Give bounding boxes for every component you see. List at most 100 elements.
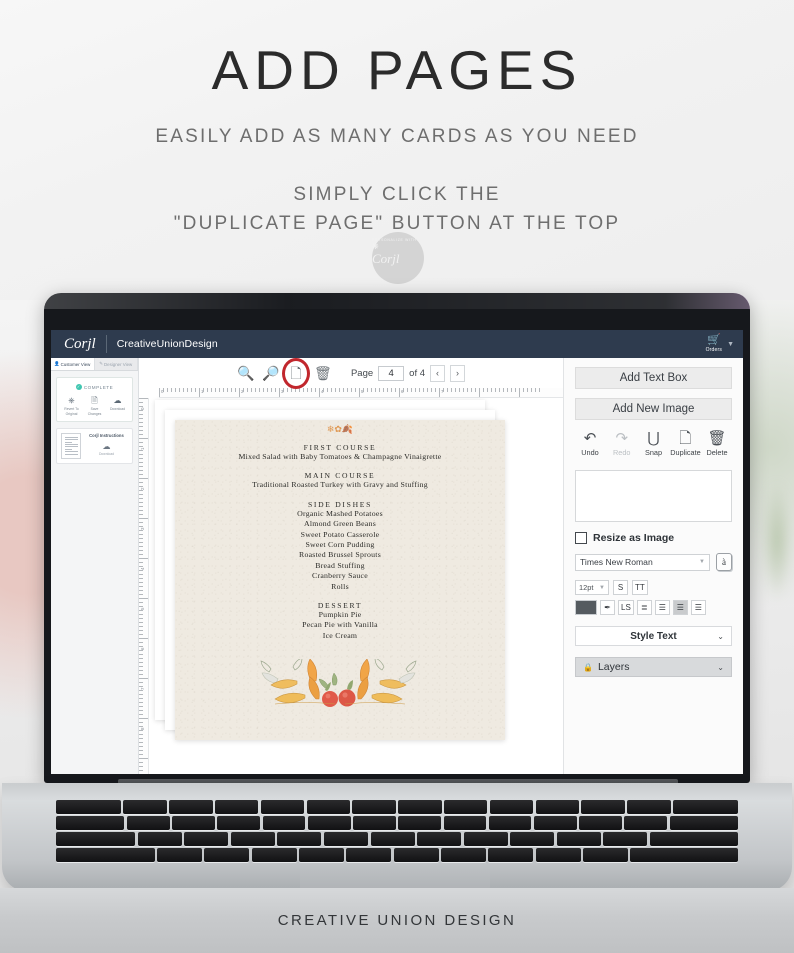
app-screen: Corjl CreativeUnionDesign 🛒 Orders ▼ 👤 C… bbox=[51, 330, 743, 774]
keyboard-key bbox=[370, 832, 415, 846]
orders-button[interactable]: 🛒 Orders bbox=[705, 334, 723, 354]
text-content-input[interactable] bbox=[575, 470, 732, 522]
resize-as-image-row[interactable]: Resize as Image bbox=[575, 532, 732, 544]
font-family-row: Times New Roman ▼ à bbox=[575, 553, 732, 571]
delete-label: Delete bbox=[706, 448, 728, 457]
magnet-icon: ⋃ bbox=[647, 430, 660, 447]
keyboard-key bbox=[463, 832, 508, 846]
style-text-label: Style Text bbox=[630, 630, 677, 642]
save-changes-button[interactable]: 🗎 Save Changes bbox=[83, 396, 106, 416]
delete-button[interactable]: 🗑 Delete bbox=[702, 430, 732, 457]
align-left-icon[interactable]: ☰ bbox=[654, 600, 670, 615]
revert-icon: ⎈ bbox=[68, 396, 75, 405]
app-body: 👤 Customer View ✎ Designer View ✓ COMPLE… bbox=[51, 358, 743, 774]
download-button[interactable]: ☁ Download bbox=[106, 396, 129, 416]
capitalize-button[interactable]: TT bbox=[632, 580, 648, 595]
keyboard-key bbox=[323, 832, 369, 846]
section-items[interactable]: Traditional Roasted Turkey with Gravy an… bbox=[175, 480, 505, 490]
page-navigation: Page 4 of 4 ‹ › bbox=[351, 364, 466, 382]
download-cloud-icon[interactable]: ☁ bbox=[85, 442, 128, 451]
add-text-box-button[interactable]: Add Text Box bbox=[575, 367, 732, 389]
sidebar-item-label: Corjl Instructions bbox=[89, 433, 124, 439]
keyboard-key bbox=[352, 800, 396, 814]
right-panel: Add Text Box Add New Image ↶ Undo ↷ Redo… bbox=[563, 358, 743, 774]
keyboard-key bbox=[673, 800, 738, 814]
undo-button[interactable]: ↶ Undo bbox=[575, 430, 605, 457]
align-right-icon[interactable]: ☰ bbox=[690, 600, 706, 615]
strikethrough-button[interactable]: S bbox=[613, 580, 628, 595]
sidebar-item-corjl-instructions[interactable]: Corjl Instructions ☁ Download bbox=[56, 428, 133, 465]
app-header: Corjl CreativeUnionDesign 🛒 Orders ▼ bbox=[51, 330, 743, 358]
add-new-image-button[interactable]: Add New Image bbox=[575, 398, 732, 420]
keyboard-key bbox=[627, 800, 671, 814]
keyboard-key bbox=[262, 816, 306, 830]
tab-designer-view[interactable]: ✎ Designer View bbox=[94, 358, 138, 370]
keyboard-key bbox=[56, 848, 155, 862]
layers-accordion[interactable]: 🔒 Layers ⌄ bbox=[575, 657, 732, 677]
line-spacing-icon[interactable]: ≣ bbox=[636, 600, 652, 615]
revert-to-original-button[interactable]: ⎈ Revert To Original bbox=[60, 396, 83, 416]
style-text-accordion[interactable]: Style Text ⌄ bbox=[575, 626, 732, 646]
duplicate-page-button[interactable]: 🗋 bbox=[281, 358, 310, 389]
snap-button[interactable]: ⋃ Snap bbox=[639, 430, 669, 457]
lid-sheen bbox=[44, 293, 750, 309]
tab-customer-view[interactable]: 👤 Customer View bbox=[51, 358, 95, 370]
chevron-down-icon[interactable]: ▼ bbox=[727, 341, 734, 348]
corjl-badge: PERSONALIZE WITH ❋ Corjl bbox=[372, 232, 424, 284]
prev-page-button[interactable]: ‹ bbox=[430, 364, 446, 382]
footer-brand: CREATIVE UNION DESIGN bbox=[277, 912, 517, 929]
delete-page-button[interactable]: 🗑 bbox=[314, 366, 332, 380]
section-heading[interactable]: MAIN COURSE bbox=[175, 471, 505, 480]
shop-name: CreativeUnionDesign bbox=[116, 338, 218, 350]
page-total-label: of 4 bbox=[409, 367, 426, 379]
corjl-logo[interactable]: Corjl bbox=[64, 336, 96, 352]
section-items[interactable]: Organic Mashed Potatoes Almond Green Bean… bbox=[175, 509, 505, 592]
laptop-trackpad bbox=[300, 866, 490, 890]
duplicate-button[interactable]: 🗋 Duplicate bbox=[670, 430, 700, 457]
next-page-button[interactable]: › bbox=[450, 364, 466, 382]
special-character-icon[interactable]: à bbox=[716, 553, 732, 571]
keyboard-key bbox=[307, 816, 351, 830]
section-heading[interactable]: FIRST COURSE bbox=[175, 443, 505, 452]
resize-as-image-label: Resize as Image bbox=[593, 532, 675, 544]
save-label-1: Save bbox=[90, 407, 99, 411]
section-heading[interactable]: SIDE DISHES bbox=[175, 500, 505, 509]
keyboard-key bbox=[443, 816, 487, 830]
keyboard-key bbox=[649, 832, 738, 846]
zoom-in-icon[interactable]: 🔍 bbox=[237, 366, 254, 380]
redo-button[interactable]: ↷ Redo bbox=[607, 430, 637, 457]
shopping-cart-icon: 🛒 bbox=[706, 334, 721, 346]
badge-brand: Corjl bbox=[372, 251, 400, 267]
keyboard-key bbox=[215, 800, 259, 814]
orders-label: Orders bbox=[705, 347, 723, 353]
horizontal-ruler: 01234567 bbox=[159, 388, 563, 398]
keyboard-key bbox=[583, 848, 628, 862]
keyboard-key bbox=[346, 848, 392, 862]
resize-as-image-checkbox[interactable] bbox=[575, 532, 587, 544]
align-center-icon[interactable]: ☰ bbox=[672, 600, 688, 615]
font-family-value: Times New Roman bbox=[580, 557, 653, 567]
section-heading[interactable]: DESSERT bbox=[175, 601, 505, 610]
font-family-select[interactable]: Times New Roman ▼ bbox=[575, 553, 710, 571]
keyboard-key bbox=[306, 800, 350, 814]
chevron-down-icon: ⌄ bbox=[717, 631, 724, 641]
text-format-row: ✒ LS ≣ ☰ ☰ ☰ bbox=[575, 600, 732, 615]
page-number-input[interactable]: 4 bbox=[378, 365, 405, 381]
keyboard-key bbox=[398, 800, 442, 814]
keyboard-key bbox=[669, 816, 739, 830]
page-title: ADD PAGES bbox=[211, 39, 583, 101]
menu-content: ❄✿🍂 FIRST COURSE Mixed Salad with Baby T… bbox=[175, 420, 505, 641]
section-items[interactable]: Pumpkin Pie Pecan Pie with Vanilla Ice Cre… bbox=[175, 610, 505, 641]
text-color-swatch[interactable] bbox=[575, 600, 597, 615]
redo-label: Redo bbox=[613, 448, 631, 457]
zoom-out-icon[interactable]: 🔎 bbox=[262, 366, 279, 380]
keyboard-key bbox=[126, 816, 170, 830]
letter-spacing-button[interactable]: LS bbox=[618, 600, 634, 615]
footer: CREATIVE UNION DESIGN bbox=[0, 888, 794, 953]
eyedropper-icon[interactable]: ✒ bbox=[600, 600, 615, 615]
header-divider bbox=[105, 335, 107, 353]
font-size-select[interactable]: 12pt ▼ bbox=[575, 580, 609, 595]
section-items[interactable]: Mixed Salad with Baby Tomatoes & Champag… bbox=[175, 452, 505, 462]
menu-card-canvas[interactable]: ❄✿🍂 FIRST COURSE Mixed Salad with Baby T… bbox=[175, 420, 505, 740]
pencil-icon: ✎ bbox=[99, 361, 103, 366]
